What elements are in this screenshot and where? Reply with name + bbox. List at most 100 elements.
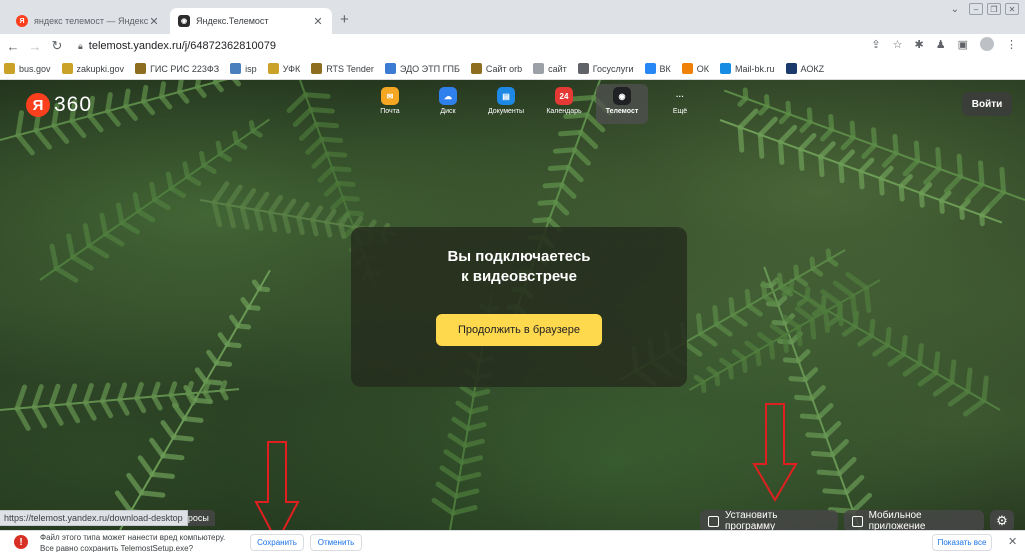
bookmark-label: bus.gov [19, 63, 51, 74]
yandex-360-logo[interactable]: Я 360 [26, 93, 92, 117]
yandex-logo-icon: Я [26, 93, 50, 117]
bookmark-icon [267, 63, 279, 74]
bookmark-icon [135, 63, 147, 74]
forward-icon[interactable]: → [26, 39, 44, 54]
minimize-icon[interactable]: – [969, 3, 983, 15]
cancel-button[interactable]: Отменить [310, 534, 362, 551]
share-icon[interactable]: ⇪ [871, 38, 880, 51]
telemost-icon: ◉ [178, 15, 190, 27]
phone-icon [852, 515, 863, 527]
bookmark-item[interactable]: zakupki.gov [61, 63, 124, 74]
bookmark-label: УФК [282, 63, 301, 74]
bookmark-item[interactable]: Mail-bk.ru [720, 63, 775, 74]
extension-icon[interactable]: ♟ [936, 38, 946, 51]
menu-icon[interactable]: ⋮ [1006, 38, 1017, 51]
bookmark-icon [311, 63, 323, 74]
bookmark-item[interactable]: ВК [644, 63, 671, 74]
save-button[interactable]: Сохранить [250, 534, 304, 551]
bookmark-item[interactable]: RTS Tender [311, 63, 374, 74]
fern-frond [0, 380, 240, 431]
download-bar: ! Файл этого типа может нанести вред ком… [0, 530, 1025, 552]
window-controls: ⌄ – ❐ ✕ [951, 3, 1019, 15]
close-icon[interactable]: ✕ [1008, 535, 1017, 548]
continue-in-browser-button[interactable]: Продолжить в браузере [436, 314, 602, 346]
mobile-app-button[interactable]: Мобильное приложение [844, 510, 984, 530]
service-label: Документы [487, 108, 525, 115]
install-app-button[interactable]: Установить программу [700, 510, 838, 530]
new-tab-button[interactable]: + [340, 11, 349, 28]
star-icon[interactable]: ☆ [893, 38, 903, 51]
bookmarks-bar: bus.gov zakupki.gov ГИС РИС 223ФЗ isp УФК RTS… [0, 58, 1025, 80]
bookmark-item[interactable]: bus.gov [4, 63, 51, 74]
join-title-line1: Вы подключаетесь [447, 248, 591, 265]
install-app-label: Установить программу [724, 510, 778, 530]
bookmark-label: ЭДО ЭТП ГПБ [399, 63, 460, 74]
url-text[interactable]: telemost.yandex.ru/j/64872362810079 [89, 40, 276, 52]
service-5[interactable]: ◉ Телемост [596, 84, 648, 124]
service-icon: ✉ [381, 87, 399, 105]
service-icon: ··· [676, 91, 684, 101]
login-button[interactable]: Войти [962, 92, 1012, 116]
show-all-downloads-button[interactable]: Показать все [932, 534, 992, 551]
bookmark-item[interactable]: сайт [533, 63, 567, 74]
telemost-page: Я 360 ✉ Почта ☁ Диск ▤ Документы 24 Календарь ◉ Т… [0, 80, 1025, 530]
side-panel-icon[interactable]: ▣ [958, 38, 968, 51]
bookmark-item[interactable]: ОК [681, 63, 709, 74]
reload-icon[interactable]: ↻ [48, 38, 66, 54]
bookmark-item[interactable]: Госуслуги [577, 63, 634, 74]
close-icon[interactable]: ✕ [148, 15, 160, 28]
settings-icon[interactable]: ⚙ [990, 510, 1014, 530]
bookmark-icon [720, 63, 732, 74]
bookmark-item[interactable]: isp [230, 63, 257, 74]
download-warning-line1: Файл этого типа может нанести вред компь… [40, 533, 226, 542]
profile-avatar[interactable] [980, 37, 994, 51]
service-icon: ▤ [497, 87, 515, 105]
services-menu: ✉ Почта ☁ Диск ▤ Документы 24 Календарь ◉ Телемос… [364, 84, 706, 124]
service-2[interactable]: ☁ Диск [422, 84, 474, 124]
tab-telemost[interactable]: ◉ Яндекс.Телемост ✕ [170, 8, 332, 34]
service-label: Почта [380, 108, 400, 115]
bookmark-label: Сайт orb [485, 63, 523, 74]
bookmark-icon [533, 63, 545, 74]
toolbar-actions: ⇪ ☆ ✱ ♟ ▣ ⋮ [871, 37, 1017, 51]
lock-icon[interactable]: 🔒︎ [78, 41, 83, 52]
bookmark-item[interactable]: УФК [267, 63, 301, 74]
restore-icon[interactable]: ❐ [987, 3, 1001, 15]
tab-strip: Я яндекс телемост — Яндекс: нашлось... ✕… [0, 0, 1025, 34]
bookmark-label: ГИС РИС 223ФЗ [150, 63, 220, 74]
extensions-icon[interactable]: ✱ [915, 38, 924, 51]
windows-icon [708, 515, 719, 527]
bookmark-icon [4, 63, 15, 74]
service-3[interactable]: ▤ Документы [480, 84, 532, 124]
bookmark-label: Госуслуги [592, 63, 634, 74]
bookmark-label: isp [245, 63, 257, 74]
service-icon: ◉ [613, 87, 631, 105]
bookmark-icon [384, 63, 396, 74]
download-warning: Файл этого типа может нанести вред компь… [40, 532, 225, 552]
chevron-down-icon[interactable]: ⌄ [951, 4, 959, 15]
bookmark-item[interactable]: Сайт orb [470, 63, 523, 74]
join-title-line2: к видеовстрече [461, 268, 577, 285]
bookmark-label: сайт [548, 63, 567, 74]
bookmark-icon [785, 63, 797, 74]
bookmark-label: ВК [659, 63, 671, 74]
bookmark-label: Mail-bk.ru [735, 63, 775, 74]
bookmark-icon [644, 63, 656, 74]
address-bar[interactable]: 🔒︎ telemost.yandex.ru/j/64872362810079 [78, 37, 838, 55]
bookmark-item[interactable]: ЭДО ЭТП ГПБ [384, 63, 460, 74]
browser-toolbar: ← → ↻ 🔒︎ telemost.yandex.ru/j/6487236281… [0, 34, 1025, 58]
service-label: Календарь [546, 108, 582, 115]
yandex-icon: Я [16, 15, 28, 27]
bookmark-item[interactable]: АОКZ [785, 63, 825, 74]
close-icon[interactable]: ✕ [312, 15, 324, 28]
service-6[interactable]: ··· Ещё [654, 84, 706, 124]
bookmark-item[interactable]: ГИС РИС 223ФЗ [135, 63, 219, 74]
close-window-icon[interactable]: ✕ [1005, 3, 1019, 15]
service-4[interactable]: 24 Календарь [538, 84, 590, 124]
back-icon[interactable]: ← [4, 39, 22, 54]
tab-search[interactable]: Я яндекс телемост — Яндекс: нашлось... ✕ [8, 8, 168, 34]
tab-title: Яндекс.Телемост [196, 16, 269, 26]
service-1[interactable]: ✉ Почта [364, 84, 416, 124]
bookmark-label: АОКZ [800, 63, 825, 74]
service-icon: 24 [555, 87, 573, 105]
